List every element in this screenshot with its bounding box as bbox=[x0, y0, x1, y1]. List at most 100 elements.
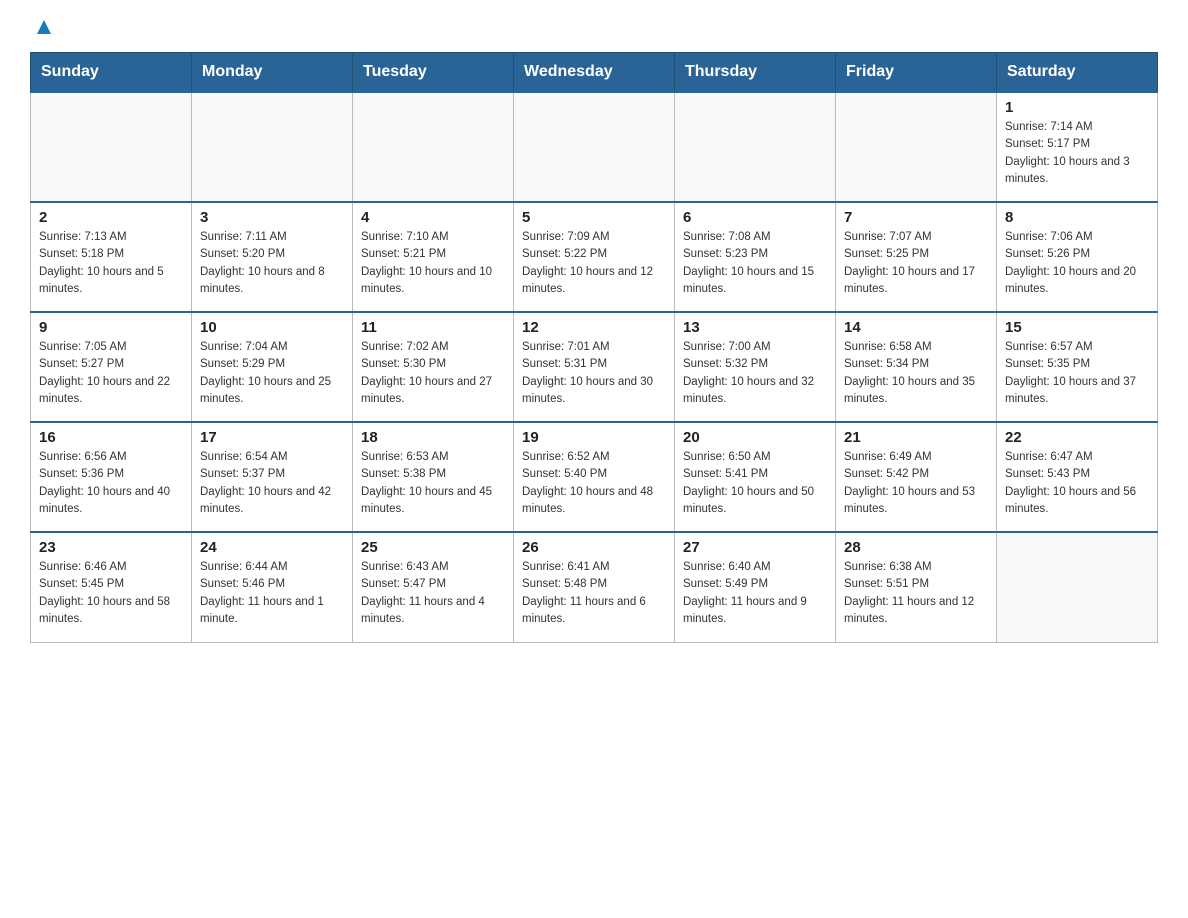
day-of-week-header: Sunday bbox=[31, 53, 192, 93]
day-number: 9 bbox=[39, 319, 183, 336]
calendar-cell: 23 Sunrise: 6:46 AMSunset: 5:45 PMDayligh… bbox=[31, 532, 192, 642]
day-info: Sunrise: 6:52 AMSunset: 5:40 PMDaylight:… bbox=[522, 449, 666, 518]
day-number: 28 bbox=[844, 539, 988, 556]
calendar-cell: 4 Sunrise: 7:10 AMSunset: 5:21 PMDaylight… bbox=[353, 202, 514, 312]
day-number: 10 bbox=[200, 319, 344, 336]
calendar-cell bbox=[514, 92, 675, 202]
day-info: Sunrise: 6:47 AMSunset: 5:43 PMDaylight:… bbox=[1005, 449, 1149, 518]
calendar-cell: 19 Sunrise: 6:52 AMSunset: 5:40 PMDayligh… bbox=[514, 422, 675, 532]
day-number: 19 bbox=[522, 429, 666, 446]
page-header bbox=[30, 20, 1158, 34]
calendar-cell: 12 Sunrise: 7:01 AMSunset: 5:31 PMDayligh… bbox=[514, 312, 675, 422]
calendar-cell: 15 Sunrise: 6:57 AMSunset: 5:35 PMDayligh… bbox=[997, 312, 1158, 422]
calendar-cell: 25 Sunrise: 6:43 AMSunset: 5:47 PMDayligh… bbox=[353, 532, 514, 642]
calendar-cell: 18 Sunrise: 6:53 AMSunset: 5:38 PMDayligh… bbox=[353, 422, 514, 532]
calendar-cell: 6 Sunrise: 7:08 AMSunset: 5:23 PMDaylight… bbox=[675, 202, 836, 312]
calendar-cell bbox=[192, 92, 353, 202]
calendar-cell: 5Sunrise: 7:09 AMSunset: 5:22 PMDaylight… bbox=[514, 202, 675, 312]
day-number: 14 bbox=[844, 319, 988, 336]
day-number: 7 bbox=[844, 209, 988, 226]
day-info: Sunrise: 6:56 AMSunset: 5:36 PMDaylight:… bbox=[39, 449, 183, 518]
logo bbox=[30, 20, 55, 34]
day-number: 27 bbox=[683, 539, 827, 556]
calendar-cell: 22Sunrise: 6:47 AMSunset: 5:43 PMDayligh… bbox=[997, 422, 1158, 532]
day-of-week-header: Monday bbox=[192, 53, 353, 93]
day-info: Sunrise: 6:58 AMSunset: 5:34 PMDaylight:… bbox=[844, 339, 988, 408]
day-info: Sunrise: 7:10 AMSunset: 5:21 PMDaylight:… bbox=[361, 229, 505, 298]
calendar-cell: 27 Sunrise: 6:40 AMSunset: 5:49 PMDayligh… bbox=[675, 532, 836, 642]
day-number: 24 bbox=[200, 539, 344, 556]
day-info: Sunrise: 7:00 AMSunset: 5:32 PMDaylight:… bbox=[683, 339, 827, 408]
calendar-cell bbox=[353, 92, 514, 202]
day-info: Sunrise: 6:46 AMSunset: 5:45 PMDaylight:… bbox=[39, 559, 183, 628]
day-number: 18 bbox=[361, 429, 505, 446]
calendar-cell: 2 Sunrise: 7:13 AMSunset: 5:18 PMDaylight… bbox=[31, 202, 192, 312]
day-number: 20 bbox=[683, 429, 827, 446]
day-info: Sunrise: 6:54 AMSunset: 5:37 PMDaylight:… bbox=[200, 449, 344, 518]
day-number: 4 bbox=[361, 209, 505, 226]
day-number: 23 bbox=[39, 539, 183, 556]
day-info: Sunrise: 6:41 AMSunset: 5:48 PMDaylight:… bbox=[522, 559, 666, 628]
day-info: Sunrise: 7:01 AMSunset: 5:31 PMDaylight:… bbox=[522, 339, 666, 408]
day-number: 26 bbox=[522, 539, 666, 556]
day-info: Sunrise: 6:40 AMSunset: 5:49 PMDaylight:… bbox=[683, 559, 827, 628]
calendar-cell: 17 Sunrise: 6:54 AMSunset: 5:37 PMDayligh… bbox=[192, 422, 353, 532]
day-number: 6 bbox=[683, 209, 827, 226]
day-info: Sunrise: 7:07 AMSunset: 5:25 PMDaylight:… bbox=[844, 229, 988, 298]
calendar-cell: 7 Sunrise: 7:07 AMSunset: 5:25 PMDaylight… bbox=[836, 202, 997, 312]
day-info: Sunrise: 7:14 AMSunset: 5:17 PMDaylight:… bbox=[1005, 119, 1149, 188]
calendar-cell: 11Sunrise: 7:02 AMSunset: 5:30 PMDayligh… bbox=[353, 312, 514, 422]
calendar-cell: 10 Sunrise: 7:04 AMSunset: 5:29 PMDayligh… bbox=[192, 312, 353, 422]
day-number: 11 bbox=[361, 319, 505, 336]
calendar-cell: 20Sunrise: 6:50 AMSunset: 5:41 PMDayligh… bbox=[675, 422, 836, 532]
calendar-cell bbox=[675, 92, 836, 202]
calendar-cell: 8 Sunrise: 7:06 AMSunset: 5:26 PMDaylight… bbox=[997, 202, 1158, 312]
calendar-cell: 9 Sunrise: 7:05 AMSunset: 5:27 PMDaylight… bbox=[31, 312, 192, 422]
day-info: Sunrise: 6:53 AMSunset: 5:38 PMDaylight:… bbox=[361, 449, 505, 518]
calendar-cell: 14 Sunrise: 6:58 AMSunset: 5:34 PMDayligh… bbox=[836, 312, 997, 422]
day-number: 8 bbox=[1005, 209, 1149, 226]
day-of-week-header: Wednesday bbox=[514, 53, 675, 93]
calendar-cell: 26 Sunrise: 6:41 AMSunset: 5:48 PMDayligh… bbox=[514, 532, 675, 642]
day-number: 25 bbox=[361, 539, 505, 556]
day-info: Sunrise: 7:06 AMSunset: 5:26 PMDaylight:… bbox=[1005, 229, 1149, 298]
day-info: Sunrise: 7:05 AMSunset: 5:27 PMDaylight:… bbox=[39, 339, 183, 408]
calendar-cell: 13 Sunrise: 7:00 AMSunset: 5:32 PMDayligh… bbox=[675, 312, 836, 422]
day-info: Sunrise: 6:43 AMSunset: 5:47 PMDaylight:… bbox=[361, 559, 505, 628]
day-number: 13 bbox=[683, 319, 827, 336]
calendar-cell: 21 Sunrise: 6:49 AMSunset: 5:42 PMDayligh… bbox=[836, 422, 997, 532]
day-number: 15 bbox=[1005, 319, 1149, 336]
day-info: Sunrise: 6:49 AMSunset: 5:42 PMDaylight:… bbox=[844, 449, 988, 518]
day-info: Sunrise: 7:04 AMSunset: 5:29 PMDaylight:… bbox=[200, 339, 344, 408]
calendar-cell: 24 Sunrise: 6:44 AMSunset: 5:46 PMDayligh… bbox=[192, 532, 353, 642]
day-info: Sunrise: 6:44 AMSunset: 5:46 PMDaylight:… bbox=[200, 559, 344, 628]
day-number: 16 bbox=[39, 429, 183, 446]
calendar-table: SundayMondayTuesdayWednesdayThursdayFrid… bbox=[30, 52, 1158, 643]
day-of-week-header: Saturday bbox=[997, 53, 1158, 93]
day-info: Sunrise: 7:11 AMSunset: 5:20 PMDaylight:… bbox=[200, 229, 344, 298]
day-number: 2 bbox=[39, 209, 183, 226]
calendar-header-row: SundayMondayTuesdayWednesdayThursdayFrid… bbox=[31, 53, 1158, 93]
day-of-week-header: Friday bbox=[836, 53, 997, 93]
calendar-cell: 16 Sunrise: 6:56 AMSunset: 5:36 PMDayligh… bbox=[31, 422, 192, 532]
calendar-week-row: 16 Sunrise: 6:56 AMSunset: 5:36 PMDayligh… bbox=[31, 422, 1158, 532]
calendar-cell bbox=[836, 92, 997, 202]
day-of-week-header: Tuesday bbox=[353, 53, 514, 93]
day-info: Sunrise: 6:38 AMSunset: 5:51 PMDaylight:… bbox=[844, 559, 988, 628]
day-of-week-header: Thursday bbox=[675, 53, 836, 93]
calendar-week-row: 2 Sunrise: 7:13 AMSunset: 5:18 PMDaylight… bbox=[31, 202, 1158, 312]
day-number: 17 bbox=[200, 429, 344, 446]
day-number: 21 bbox=[844, 429, 988, 446]
day-info: Sunrise: 6:57 AMSunset: 5:35 PMDaylight:… bbox=[1005, 339, 1149, 408]
calendar-cell: 28 Sunrise: 6:38 AMSunset: 5:51 PMDayligh… bbox=[836, 532, 997, 642]
calendar-cell bbox=[31, 92, 192, 202]
calendar-week-row: 23 Sunrise: 6:46 AMSunset: 5:45 PMDayligh… bbox=[31, 532, 1158, 642]
day-number: 5 bbox=[522, 209, 666, 226]
day-info: Sunrise: 7:08 AMSunset: 5:23 PMDaylight:… bbox=[683, 229, 827, 298]
day-info: Sunrise: 7:13 AMSunset: 5:18 PMDaylight:… bbox=[39, 229, 183, 298]
calendar-cell: 3 Sunrise: 7:11 AMSunset: 5:20 PMDaylight… bbox=[192, 202, 353, 312]
logo-triangle-icon bbox=[33, 16, 55, 38]
calendar-week-row: 9 Sunrise: 7:05 AMSunset: 5:27 PMDaylight… bbox=[31, 312, 1158, 422]
day-number: 12 bbox=[522, 319, 666, 336]
day-number: 3 bbox=[200, 209, 344, 226]
